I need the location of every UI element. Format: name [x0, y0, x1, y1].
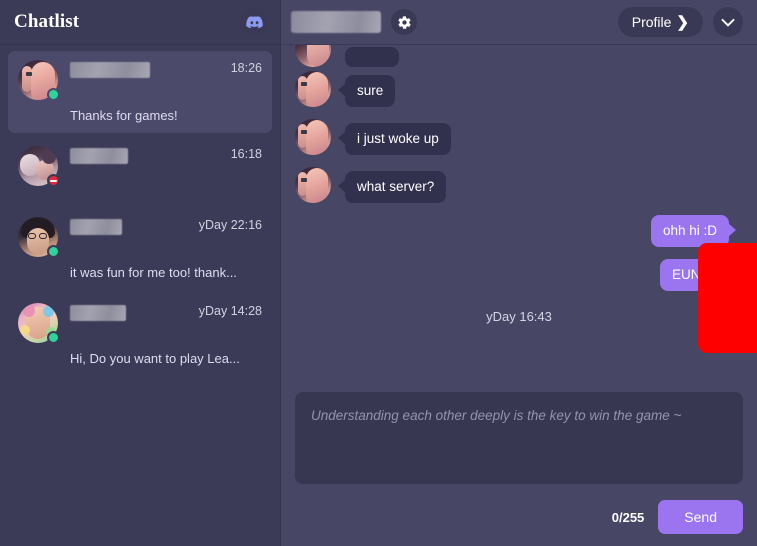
message-row: sure — [295, 71, 743, 107]
message-scroll: sure i just woke up what server? ohh hi … — [295, 45, 743, 334]
message-row: EUNE? — [295, 259, 743, 292]
list-item-time: 18:26 — [230, 61, 262, 75]
gear-icon[interactable] — [391, 9, 417, 35]
message-bubble: i just woke up — [338, 122, 451, 155]
discord-glyph — [245, 15, 263, 28]
list-item-name — [58, 146, 223, 164]
message-bubble: what server? — [337, 170, 447, 203]
avatar-image — [295, 45, 331, 67]
list-item-time: 16:18 — [230, 147, 262, 161]
send-button[interactable]: Send — [658, 500, 743, 534]
day-divider: yDay 16:43 — [486, 309, 552, 325]
message-row: i just woke up — [295, 119, 743, 155]
list-item-top: yDay 14:28 — [18, 303, 262, 344]
username-redacted — [70, 219, 122, 235]
chat-list: 18:26 Thanks for games! 16:18 yDay 22:16… — [0, 45, 280, 376]
status-badge — [47, 331, 60, 344]
list-item[interactable]: yDay 22:16 it was fun for me too! thank.… — [8, 208, 272, 290]
character-counter: 0/255 — [611, 509, 645, 525]
message-row: what server? — [295, 167, 743, 203]
avatar — [18, 303, 60, 344]
list-item-top: 16:18 — [18, 146, 262, 187]
username-redacted — [70, 305, 126, 321]
list-item-preview: Hi, Do you want to play Lea... — [70, 351, 240, 366]
list-item-top: yDay 22:16 — [18, 217, 262, 258]
avatar — [18, 60, 60, 101]
redaction-block — [698, 243, 757, 353]
status-badge — [47, 88, 60, 101]
list-item-preview — [18, 186, 262, 194]
username-redacted — [70, 62, 150, 78]
list-item-preview: it was fun for me too! thank... — [70, 265, 237, 280]
chat-list-sidebar: Chatlist 18:26 Thanks for games! 16:18 y… — [0, 0, 281, 546]
contact-name-redacted — [291, 11, 381, 33]
profile-button[interactable]: Profile ❯ — [617, 7, 703, 37]
list-item[interactable]: 18:26 Thanks for games! — [8, 51, 272, 133]
profile-button-label: Profile — [631, 14, 672, 30]
avatar-image — [295, 167, 331, 203]
list-item-name — [58, 217, 191, 235]
list-item-name — [58, 60, 223, 78]
gear-glyph — [397, 15, 411, 29]
page-title: Chatlist — [14, 11, 80, 32]
list-item-preview: Thanks for games! — [70, 108, 178, 123]
composer-bottom: 0/255 Send — [295, 489, 743, 534]
avatar — [18, 146, 60, 187]
username-redacted — [70, 148, 128, 164]
list-item[interactable]: yDay 14:28 Hi, Do you want to play Lea..… — [8, 294, 272, 376]
clipped-message-row — [295, 45, 743, 67]
avatar — [18, 217, 60, 258]
avatar-image — [295, 71, 331, 107]
message-area[interactable]: sure i just woke up what server? ohh hi … — [281, 45, 757, 382]
chat-panel: Profile ❯ sure i just woke up what serve… — [281, 0, 757, 546]
avatar-image — [295, 119, 331, 155]
chevron-down-icon[interactable] — [713, 7, 743, 37]
message-bubble: sure — [337, 74, 396, 107]
discord-icon[interactable] — [240, 8, 268, 36]
message-bubble — [345, 47, 399, 67]
status-badge — [47, 174, 60, 187]
list-item-time: yDay 14:28 — [198, 304, 262, 318]
chevron-down-glyph — [721, 18, 735, 27]
message-composer: 0/255 Send — [281, 382, 757, 546]
chat-header: Profile ❯ — [281, 0, 757, 45]
status-badge — [47, 245, 60, 258]
list-item-top: 18:26 — [18, 60, 262, 101]
list-item-time: yDay 22:16 — [198, 218, 262, 232]
sidebar-header: Chatlist — [0, 0, 280, 45]
message-row: ohh hi :D — [295, 215, 743, 248]
chevron-right-icon: ❯ — [676, 13, 689, 31]
chat-application: Chatlist 18:26 Thanks for games! 16:18 y… — [0, 0, 757, 546]
list-item[interactable]: 16:18 — [8, 137, 272, 204]
list-item-name — [58, 303, 191, 321]
message-input[interactable] — [295, 392, 743, 484]
